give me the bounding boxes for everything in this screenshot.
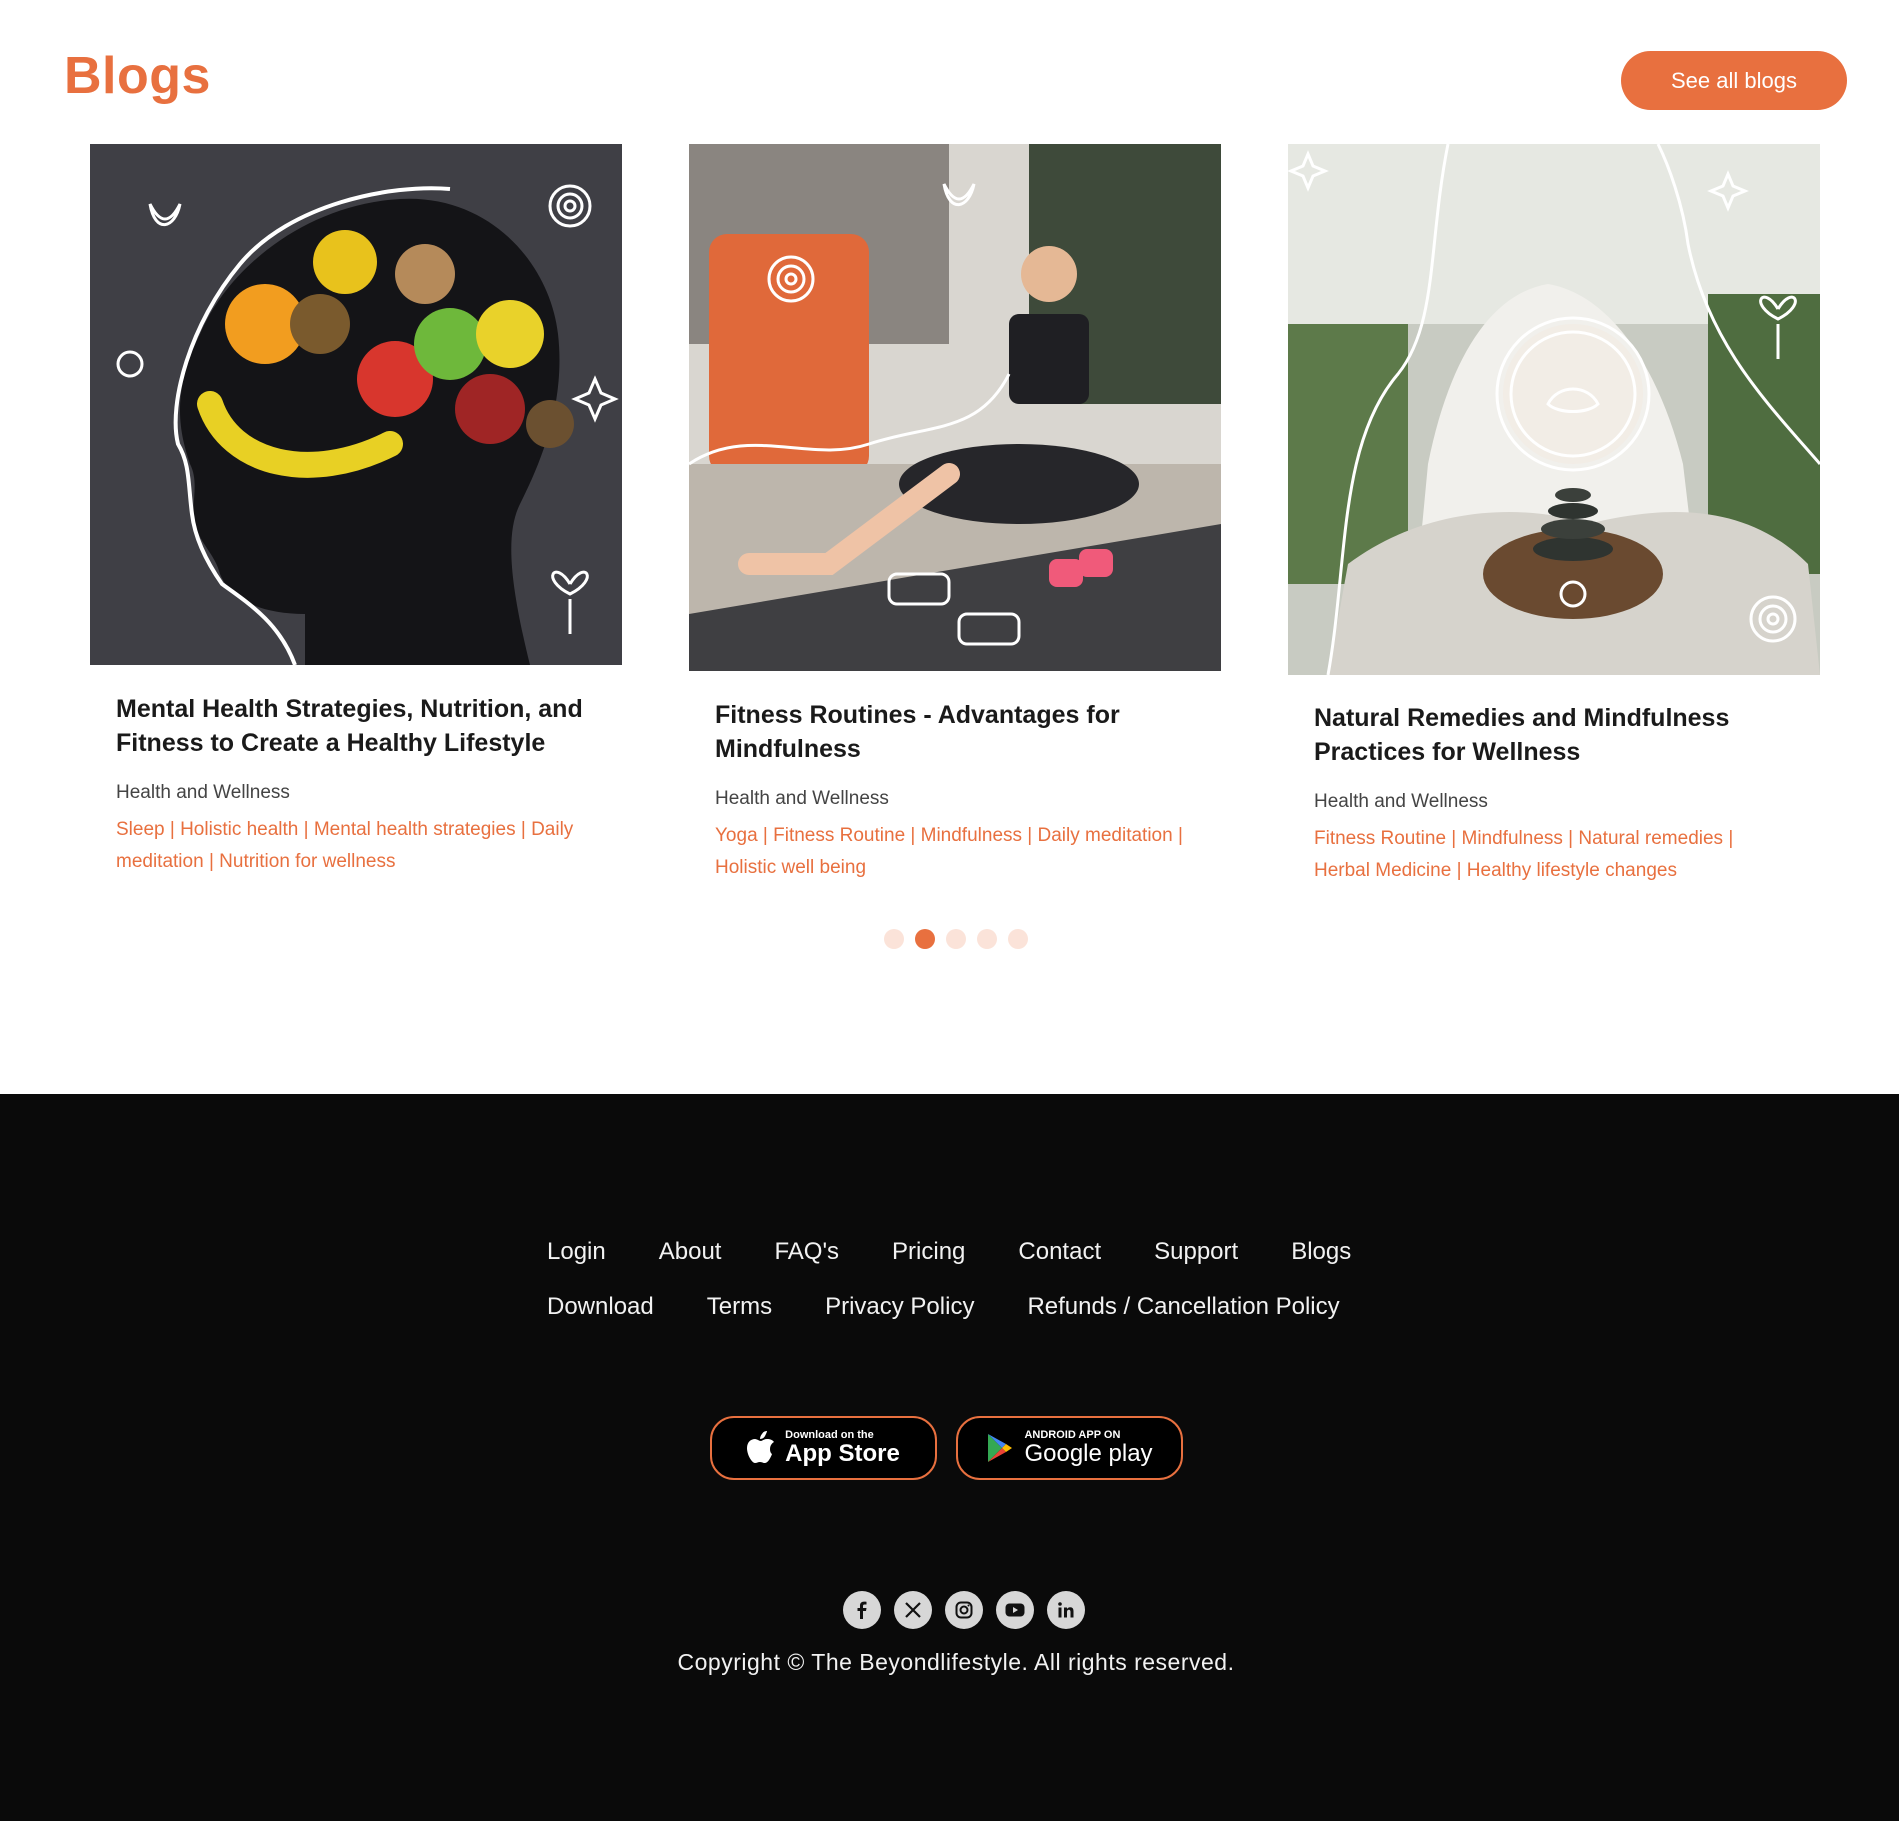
blog-card-tags: Fitness Routine | Mindfulness | Natural … — [1314, 828, 1734, 881]
footer-link-about[interactable]: About — [659, 1238, 722, 1266]
pagination-dot[interactable] — [1008, 929, 1028, 949]
copyright-text: Copyright © The Beyondlifestyle. All rig… — [677, 1649, 1235, 1675]
google-play-button[interactable]: ANDROID APP ON Google play — [956, 1416, 1183, 1480]
social-links — [843, 1591, 1085, 1629]
blog-card[interactable]: Fitness Routines - Advantages for Mindfu… — [689, 144, 1229, 884]
apple-icon — [747, 1431, 775, 1463]
app-store-button[interactable]: Download on the App Store — [710, 1416, 937, 1480]
carousel-pagination — [884, 929, 1028, 949]
footer-link-support[interactable]: Support — [1154, 1238, 1238, 1266]
footer-nav-primary: Login About FAQ's Pricing Contact Suppor… — [547, 1238, 1351, 1266]
blog-card-tags: Yoga | Fitness Routine | Mindfulness | D… — [715, 825, 1183, 878]
site-footer: Login About FAQ's Pricing Contact Suppor… — [0, 1094, 1899, 1821]
app-store-text: Download on the App Store — [785, 1429, 900, 1467]
blog-card-category: Health and Wellness — [116, 782, 290, 803]
footer-link-refunds-policy[interactable]: Refunds / Cancellation Policy — [1027, 1293, 1339, 1321]
footer-link-pricing[interactable]: Pricing — [892, 1238, 965, 1266]
pagination-dot-active[interactable] — [915, 929, 935, 949]
blog-card-title[interactable]: Natural Remedies and Mindfulness Practic… — [1314, 701, 1814, 769]
facebook-icon[interactable] — [843, 1591, 881, 1629]
blog-card-title[interactable]: Mental Health Strategies, Nutrition, and… — [116, 692, 616, 760]
blog-card-category: Health and Wellness — [1314, 791, 1488, 812]
blog-card-title[interactable]: Fitness Routines - Advantages for Mindfu… — [715, 698, 1215, 766]
blog-card[interactable]: Natural Remedies and Mindfulness Practic… — [1288, 144, 1828, 884]
footer-link-terms[interactable]: Terms — [707, 1293, 772, 1321]
footer-link-contact[interactable]: Contact — [1018, 1238, 1101, 1266]
pagination-dot[interactable] — [977, 929, 997, 949]
blogs-section: Blogs See all blogs Mental Health Strate… — [0, 0, 1899, 1094]
see-all-blogs-button[interactable]: See all blogs — [1621, 51, 1847, 110]
x-icon[interactable] — [894, 1591, 932, 1629]
google-play-text: ANDROID APP ON Google play — [1024, 1429, 1152, 1467]
google-play-icon — [988, 1434, 1013, 1462]
youtube-icon[interactable] — [996, 1591, 1034, 1629]
pagination-dot[interactable] — [946, 929, 966, 949]
linkedin-icon[interactable] — [1047, 1591, 1085, 1629]
footer-link-faqs[interactable]: FAQ's — [774, 1238, 839, 1266]
app-store-big-text: App Store — [785, 1440, 900, 1467]
blog-card-image[interactable] — [1288, 144, 1820, 675]
google-play-big-text: Google play — [1024, 1440, 1153, 1467]
blog-card-tags: Sleep | Holistic health | Mental health … — [116, 819, 574, 872]
blog-card-category: Health and Wellness — [715, 788, 889, 809]
footer-link-privacy-policy[interactable]: Privacy Policy — [825, 1293, 974, 1321]
blog-card-image[interactable] — [689, 144, 1221, 671]
footer-nav-secondary: Download Terms Privacy Policy Refunds / … — [547, 1293, 1340, 1321]
footer-link-blogs[interactable]: Blogs — [1291, 1238, 1351, 1266]
blog-card[interactable]: Mental Health Strategies, Nutrition, and… — [90, 144, 630, 884]
instagram-icon[interactable] — [945, 1591, 983, 1629]
section-title: Blogs — [64, 47, 211, 105]
blog-card-image[interactable] — [90, 144, 622, 665]
footer-link-login[interactable]: Login — [547, 1238, 606, 1266]
pagination-dot[interactable] — [884, 929, 904, 949]
footer-link-download[interactable]: Download — [547, 1293, 654, 1321]
